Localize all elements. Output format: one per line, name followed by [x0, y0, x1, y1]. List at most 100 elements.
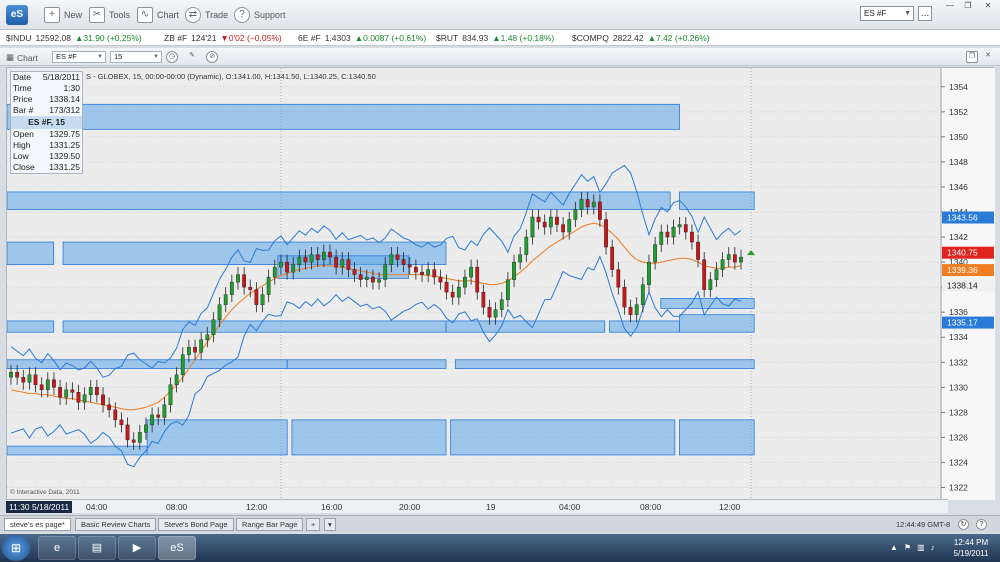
esignal-taskbar-button[interactable]: eS	[158, 536, 196, 560]
info-row-price: Price 1338.14	[11, 94, 82, 105]
tab-basic-review-charts[interactable]: Basic Review Charts	[75, 518, 157, 531]
chart-interval-select[interactable]: 15 ▼	[110, 51, 162, 63]
candle-body	[285, 261, 289, 273]
minimize-button[interactable]: —	[942, 1, 958, 12]
candle-body	[696, 241, 700, 260]
taskbar-time: 12:44 PM	[953, 538, 989, 547]
zone-box	[7, 359, 288, 369]
symbol-lookup-button[interactable]: …	[918, 6, 932, 21]
ticker-item[interactable]: $INDU 12592.08 ▲31.90 (+0.25%)	[6, 30, 142, 46]
info-low-value: 1329.50	[49, 151, 80, 161]
symbol-select[interactable]: ES #F ▼	[860, 6, 914, 21]
chart-symbol-select[interactable]: ES #F ▼	[52, 51, 106, 63]
y-tick-label: 1334	[949, 332, 968, 342]
candle-body	[150, 414, 154, 426]
candle-body	[199, 339, 204, 353]
browser-taskbar-button[interactable]: e	[38, 536, 76, 560]
candle-body	[211, 319, 216, 335]
trade-button[interactable]: ⇄ Trade	[185, 6, 228, 24]
close-icon[interactable]: ✕	[982, 51, 994, 63]
settings-icon[interactable]: ⊘	[206, 51, 218, 63]
refresh-icon[interactable]: ↻	[958, 519, 969, 530]
candle-body	[254, 289, 259, 305]
network-icon[interactable]: ▥	[917, 543, 925, 552]
price-chart[interactable]: 1322132413261328133013321334133613381340…	[7, 68, 995, 500]
taskbar-date: 5/19/2011	[953, 549, 989, 558]
candle-body	[266, 276, 271, 295]
candle-body	[499, 299, 504, 310]
y-tick-label: 1348	[949, 157, 968, 167]
chart-area[interactable]: 1322132413261328133013321334133613381340…	[6, 67, 995, 500]
candle-body	[493, 309, 498, 318]
pencil-icon[interactable]: ✎	[186, 51, 198, 63]
tab-range-bar-page[interactable]: Range Bar Page	[236, 518, 304, 531]
tab-menu-button[interactable]: ▾	[324, 518, 336, 531]
tab-steves-bond-page[interactable]: Steve's Bond Page	[158, 518, 234, 531]
ticker-symbol: ZB #F	[164, 33, 188, 43]
ticker-item[interactable]: 6E #F 1.4303 ▲0.0087 (+0.61%)	[298, 30, 426, 46]
candle-body	[39, 384, 44, 391]
tools-button[interactable]: ✂ Tools	[89, 6, 130, 24]
maximize-button[interactable]: ❐	[960, 1, 976, 12]
candle-body	[364, 276, 369, 280]
candle-body	[444, 281, 449, 293]
candle-body	[579, 199, 584, 210]
ticker-symbol: $COMPQ	[572, 33, 609, 43]
x-tick-label: 19	[486, 502, 496, 512]
support-label: Support	[254, 10, 286, 20]
tray-arrow-icon[interactable]: ▲	[890, 543, 898, 552]
ticker-item[interactable]: ZB #F 124'21 ▼0'02 (−0.05%)	[164, 30, 282, 46]
clock-icon[interactable]: ◷	[166, 51, 178, 63]
chart-button[interactable]: ∿ Chart	[137, 6, 179, 24]
chevron-down-icon: ▼	[153, 54, 159, 60]
data-window: Date 5/18/2011 Time 1:30 Price 1338.14 Bar …	[10, 71, 83, 174]
trade-label: Trade	[205, 10, 229, 20]
y-tick-label: 1350	[949, 132, 968, 142]
app-logo[interactable]: eS	[6, 5, 28, 25]
ticker-item[interactable]: $COMPQ 2822.42 ▲7.42 (+0.26%)	[572, 30, 710, 46]
info-label: Bar #	[13, 105, 34, 115]
ticker-item[interactable]: $RUT 834.93 ▲1.48 (+0.18%)	[436, 30, 554, 46]
help-icon[interactable]: ?	[976, 519, 987, 530]
candle-body	[604, 219, 608, 248]
flag-icon[interactable]: ⚑	[904, 543, 911, 552]
candle-body	[463, 276, 467, 288]
volume-icon[interactable]: ♪	[931, 543, 935, 552]
candle-body	[334, 256, 339, 268]
add-tab-button[interactable]: +	[306, 518, 321, 531]
price-label: 1339.36	[947, 265, 978, 275]
restore-icon[interactable]: ❐	[966, 51, 978, 63]
zone-box	[7, 445, 148, 456]
info-price-value: 1338.14	[49, 94, 80, 104]
candle-body	[144, 424, 148, 433]
new-button[interactable]: + New	[44, 6, 82, 24]
main-toolbar: eS + New ✂ Tools ∿ Chart ⇄ Trade ? Suppo…	[0, 0, 1000, 30]
media-taskbar-button[interactable]: ▶	[118, 536, 156, 560]
close-button[interactable]: ✕	[980, 1, 996, 12]
start-button[interactable]: ⊞	[2, 535, 30, 561]
candle-body	[530, 216, 535, 238]
candle-body	[371, 276, 375, 283]
candle-body	[647, 261, 651, 285]
candle-body	[487, 306, 492, 318]
taskbar-clock[interactable]: 12:44 PM 5/19/2011	[946, 537, 996, 559]
tab-steves-es-page[interactable]: steve's es page*	[4, 518, 71, 531]
explorer-taskbar-button[interactable]: ▤	[78, 536, 116, 560]
candle-body	[610, 246, 615, 270]
candle-body	[248, 286, 253, 290]
candle-body	[413, 266, 418, 273]
support-button[interactable]: ? Support	[234, 6, 286, 24]
media-player-icon: ▶	[132, 542, 142, 554]
tools-label: Tools	[109, 10, 131, 20]
ticker-change: ▼0'02 (−0.05%)	[220, 33, 282, 43]
data-watermark: © Interactive Data, 2011	[10, 489, 80, 496]
chart-interval-value: 15	[114, 52, 123, 61]
candle-body	[156, 414, 161, 418]
candle-body	[456, 286, 461, 298]
candle-body	[401, 259, 406, 265]
symbol-select-value: ES #F	[864, 9, 887, 18]
info-row-time: Time 1:30	[11, 83, 82, 94]
zone-box	[454, 359, 755, 369]
price-label: 1338.14	[947, 280, 978, 290]
candle-body	[512, 261, 516, 280]
